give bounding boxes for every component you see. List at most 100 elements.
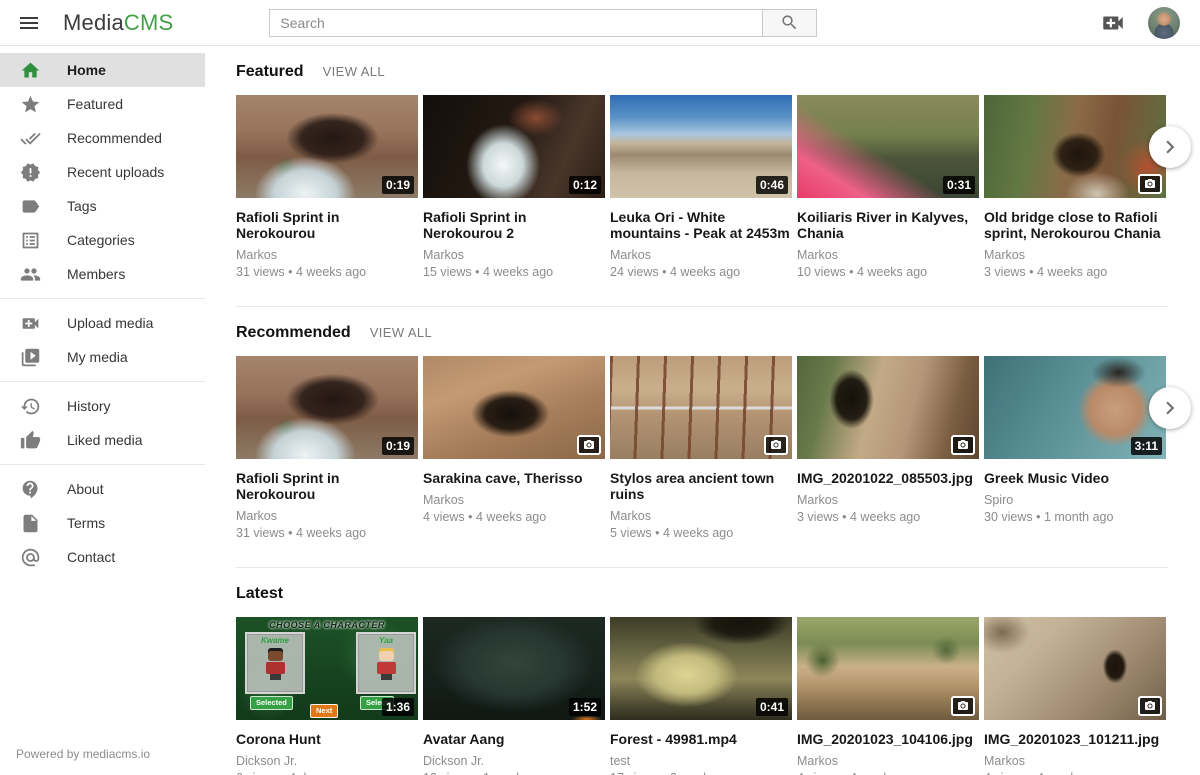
media-author[interactable]: Markos	[797, 754, 979, 768]
media-author[interactable]: Markos	[423, 493, 605, 507]
media-title[interactable]: Corona Hunt	[236, 731, 418, 747]
media-thumbnail[interactable]: CHOOSE A CHARACTER Kwame Yaa Selected Ne…	[236, 617, 418, 720]
sidebar-item-label: Upload media	[67, 315, 153, 331]
media-card[interactable]: IMG_20201022_085503.jpg Markos 3 views •…	[797, 356, 979, 540]
history-icon	[20, 396, 41, 417]
media-thumbnail[interactable]	[984, 95, 1166, 198]
media-section: Recommended VIEW ALL 0:19 Rafioli Sprint…	[236, 307, 1168, 568]
media-title[interactable]: Leuka Ori - White mountains - Peak at 24…	[610, 209, 792, 241]
site-logo[interactable]: MediaCMS	[63, 10, 173, 36]
media-card[interactable]: Stylos area ancient town ruins Markos 5 …	[610, 356, 792, 540]
media-thumbnail[interactable]	[423, 356, 605, 459]
upload-media-button[interactable]	[1100, 10, 1126, 36]
media-meta: 3 views • 4 weeks ago	[984, 265, 1166, 279]
media-author[interactable]: Markos	[984, 754, 1166, 768]
sidebar-item-upload-media[interactable]: Upload media	[0, 306, 205, 340]
media-card[interactable]: CHOOSE A CHARACTER Kwame Yaa Selected Ne…	[236, 617, 418, 775]
media-thumbnail[interactable]: 0:19	[236, 356, 418, 459]
media-card[interactable]: 0:19 Rafioli Sprint in Nerokourou Markos…	[236, 356, 418, 540]
game-character-name-left: Kwame	[247, 636, 303, 645]
search-button[interactable]	[763, 9, 817, 37]
media-card[interactable]: 0:12 Rafioli Sprint in Nerokourou 2 Mark…	[423, 95, 605, 279]
media-meta: 6 views • 4 days ago	[236, 771, 418, 775]
game-selected-button: Selected	[250, 696, 293, 710]
sidebar-item-categories[interactable]: Categories	[0, 223, 205, 257]
media-card[interactable]: 3:11 Greek Music Video Spiro 30 views • …	[984, 356, 1166, 540]
sidebar-item-featured[interactable]: Featured	[0, 87, 205, 121]
media-card[interactable]: Old bridge close to Rafioli sprint, Nero…	[984, 95, 1166, 279]
duration-badge: 0:41	[756, 698, 788, 716]
sidebar-item-history[interactable]: History	[0, 389, 205, 423]
document-icon	[20, 513, 41, 534]
media-thumbnail[interactable]: 0:41	[610, 617, 792, 720]
media-thumbnail[interactable]	[610, 356, 792, 459]
media-thumbnail[interactable]: 3:11	[984, 356, 1166, 459]
media-author[interactable]: Markos	[236, 509, 418, 523]
user-avatar[interactable]	[1148, 7, 1180, 39]
sidebar-item-liked-media[interactable]: Liked media	[0, 423, 205, 457]
media-card[interactable]: 0:41 Forest - 49981.mp4 test 17 views • …	[610, 617, 792, 775]
cards-row: 0:19 Rafioli Sprint in Nerokourou Markos…	[236, 356, 1168, 540]
media-title[interactable]: Avatar Aang	[423, 731, 605, 747]
sidebar-item-label: Tags	[67, 198, 97, 214]
sidebar-item-home[interactable]: Home	[0, 53, 205, 87]
media-author[interactable]: Markos	[984, 248, 1166, 262]
media-title[interactable]: Old bridge close to Rafioli sprint, Nero…	[984, 209, 1166, 241]
media-title[interactable]: IMG_20201023_101211.jpg	[984, 731, 1166, 747]
media-thumbnail[interactable]	[797, 356, 979, 459]
media-title[interactable]: Koiliaris River in Kalyves, Chania	[797, 209, 979, 241]
media-thumbnail[interactable]	[797, 617, 979, 720]
carousel-next-button[interactable]	[1149, 387, 1191, 429]
media-title[interactable]: Greek Music Video	[984, 470, 1166, 486]
search-input[interactable]	[269, 9, 763, 37]
sidebar-item-my-media[interactable]: My media	[0, 340, 205, 374]
media-thumbnail[interactable]: 1:52	[423, 617, 605, 720]
media-title[interactable]: IMG_20201022_085503.jpg	[797, 470, 979, 486]
media-card[interactable]: 0:31 Koiliaris River in Kalyves, Chania …	[797, 95, 979, 279]
media-author[interactable]: Markos	[610, 248, 792, 262]
media-author[interactable]: Dickson Jr.	[423, 754, 605, 768]
media-thumbnail[interactable]: 0:46	[610, 95, 792, 198]
view-all-link[interactable]: VIEW ALL	[370, 325, 432, 340]
media-title[interactable]: Forest - 49981.mp4	[610, 731, 792, 747]
carousel-next-button[interactable]	[1149, 126, 1191, 168]
main-content: Featured VIEW ALL 0:19 Rafioli Sprint in…	[205, 0, 1200, 775]
media-card[interactable]: IMG_20201023_101211.jpg Markos 4 views •…	[984, 617, 1166, 775]
media-meta: 5 views • 4 weeks ago	[610, 526, 792, 540]
media-author[interactable]: Markos	[610, 509, 792, 523]
media-author[interactable]: Dickson Jr.	[236, 754, 418, 768]
media-title[interactable]: Sarakina cave, Therisso	[423, 470, 605, 486]
media-card[interactable]: 0:19 Rafioli Sprint in Nerokourou Markos…	[236, 95, 418, 279]
menu-button[interactable]	[17, 11, 41, 35]
media-card[interactable]: IMG_20201023_104106.jpg Markos 4 views •…	[797, 617, 979, 775]
media-thumbnail[interactable]: 0:31	[797, 95, 979, 198]
media-author[interactable]: Markos	[797, 248, 979, 262]
sidebar-item-contact[interactable]: Contact	[0, 540, 205, 574]
media-author[interactable]: test	[610, 754, 792, 768]
powered-by-link[interactable]: Powered by mediacms.io	[16, 747, 150, 761]
media-author[interactable]: Markos	[236, 248, 418, 262]
media-title[interactable]: IMG_20201023_104106.jpg	[797, 731, 979, 747]
sidebar-item-terms[interactable]: Terms	[0, 506, 205, 540]
media-thumbnail[interactable]	[984, 617, 1166, 720]
media-card[interactable]: 1:52 Avatar Aang Dickson Jr. 12 views • …	[423, 617, 605, 775]
sidebar-item-recent-uploads[interactable]: Recent uploads	[0, 155, 205, 189]
media-title[interactable]: Rafioli Sprint in Nerokourou	[236, 209, 418, 241]
media-title[interactable]: Rafioli Sprint in Nerokourou	[236, 470, 418, 502]
sidebar-item-recommended[interactable]: Recommended	[0, 121, 205, 155]
view-all-link[interactable]: VIEW ALL	[323, 64, 385, 79]
media-author[interactable]: Markos	[423, 248, 605, 262]
media-meta: 30 views • 1 month ago	[984, 510, 1166, 524]
media-card[interactable]: 0:46 Leuka Ori - White mountains - Peak …	[610, 95, 792, 279]
sidebar-item-tags[interactable]: Tags	[0, 189, 205, 223]
media-thumbnail[interactable]: 0:12	[423, 95, 605, 198]
sidebar-item-about[interactable]: About	[0, 472, 205, 506]
media-card[interactable]: Sarakina cave, Therisso Markos 4 views •…	[423, 356, 605, 540]
media-author[interactable]: Spiro	[984, 493, 1166, 507]
media-title[interactable]: Stylos area ancient town ruins	[610, 470, 792, 502]
media-title[interactable]: Rafioli Sprint in Nerokourou 2	[423, 209, 605, 241]
media-author[interactable]: Markos	[797, 493, 979, 507]
sidebar-item-members[interactable]: Members	[0, 257, 205, 291]
media-thumbnail[interactable]: 0:19	[236, 95, 418, 198]
help-bubble-icon	[20, 479, 41, 500]
